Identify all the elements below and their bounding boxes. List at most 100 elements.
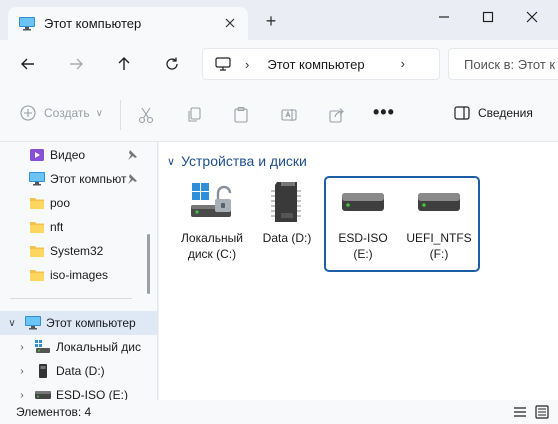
navigation-pane[interactable]: Видео Этот компьют poo nft System32 iso-… [0, 142, 158, 400]
drive-item-e[interactable]: ESD-ISO (E:) [327, 176, 399, 272]
computer-outline-icon [215, 57, 231, 71]
computer-icon [19, 16, 35, 30]
plus-circle-icon [20, 105, 36, 121]
clipboard-icon [234, 106, 248, 123]
more-options-button[interactable]: ••• [373, 102, 395, 123]
drive-item-d[interactable]: Data (D:) [251, 176, 323, 272]
windows-drive-icon [34, 339, 52, 355]
drive-item-c[interactable]: Локальный диск (C:) [176, 176, 248, 272]
chevron-right-icon: › [245, 56, 250, 72]
details-label: Сведения [478, 106, 533, 120]
pin-icon[interactable] [126, 149, 138, 161]
close-icon [526, 11, 538, 23]
rename-button[interactable] [279, 105, 299, 125]
sidebar-item-label: nft [50, 220, 64, 234]
cut-button[interactable] [136, 105, 156, 125]
drive-label-line2: (F:) [429, 247, 449, 261]
drive-label: ESD-ISO (E:) [338, 230, 387, 262]
copy-icon [188, 107, 201, 122]
drive-item-f[interactable]: UEFI_NTFS (F:) [403, 176, 475, 272]
video-folder-icon [28, 147, 46, 163]
sidebar-item-iso-images[interactable]: iso-images [0, 263, 157, 287]
chevron-right-icon[interactable]: › [16, 390, 28, 401]
chevron-down-icon: ∨ [95, 107, 103, 119]
details-pane-button[interactable]: Сведения [454, 106, 533, 120]
scissors-icon [138, 107, 154, 124]
rename-icon [281, 109, 297, 121]
items-count: Элементов: 4 [16, 405, 92, 419]
new-tab-button[interactable]: + [262, 12, 280, 30]
tree-item-local-disk[interactable]: › Локальный дис [0, 335, 157, 359]
refresh-button[interactable] [161, 53, 183, 75]
tree-item-label: Data (D:) [56, 364, 105, 378]
hdd-icon [415, 178, 463, 226]
sidebar-item-this-pc[interactable]: Этот компьют [0, 167, 157, 191]
minimize-button[interactable] [432, 6, 456, 28]
forward-button[interactable] [65, 53, 87, 75]
tree-item-label: ESD-ISO (E:) [56, 388, 129, 400]
sidebar-item-poo[interactable]: poo [0, 191, 157, 215]
copy-button[interactable] [184, 105, 204, 125]
devices-group-header[interactable]: ∨ Устройства и диски [167, 153, 307, 169]
drive-label: Локальный диск (C:) [181, 230, 243, 262]
tab-this-pc[interactable]: Этот компьютер [8, 7, 248, 40]
create-button[interactable]: Создать ∨ [20, 105, 103, 121]
pin-icon[interactable] [126, 173, 138, 185]
drive-label-line1: Data (D:) [262, 231, 312, 245]
chevron-down-icon[interactable]: ∨ [6, 318, 18, 329]
details-pane-icon [454, 106, 470, 120]
hdd-icon [34, 387, 52, 400]
tree-item-label: Локальный дис [56, 340, 141, 354]
minimize-icon [439, 16, 449, 18]
sidebar-divider [10, 298, 132, 299]
share-button[interactable] [327, 105, 347, 125]
sd-card-icon [263, 178, 311, 226]
navigation-bar: › Этот компьютер › Поиск в: Этот к [0, 40, 558, 88]
drive-label-line1: ESD-ISO [338, 231, 388, 245]
computer-icon [28, 171, 46, 187]
tiles-view-button[interactable] [534, 404, 550, 420]
drive-label: UEFI_NTFS (F:) [406, 230, 471, 262]
sidebar-item-label: iso-images [50, 268, 109, 282]
chevron-right-icon[interactable]: › [401, 56, 405, 71]
share-icon [329, 108, 344, 123]
drive-label-line1: UEFI_NTFS [406, 231, 472, 245]
chevron-right-icon[interactable]: › [16, 366, 28, 377]
sidebar-item-label: System32 [50, 244, 104, 258]
tree-item-this-pc[interactable]: ∨ Этот компьютер [0, 311, 157, 335]
back-button[interactable] [17, 53, 39, 75]
file-view[interactable]: ∨ Устройства и диски Локальный диск (C:) [159, 142, 558, 400]
drive-label-line1: Локальный [181, 231, 243, 245]
sidebar-item-system32[interactable]: System32 [0, 239, 157, 263]
search-input[interactable]: Поиск в: Этот к [448, 48, 558, 80]
arrow-left-icon [21, 58, 34, 70]
status-bar: Элементов: 4 [0, 400, 558, 424]
chevron-down-icon[interactable]: ∨ [167, 155, 175, 168]
up-button[interactable] [113, 53, 135, 75]
group-title: Устройства и диски [181, 153, 307, 169]
maximize-button[interactable] [476, 6, 500, 28]
tab-title: Этот компьютер [44, 16, 142, 31]
sidebar-item-video[interactable]: Видео [0, 143, 157, 167]
tree-item-data-d[interactable]: › Data (D:) [0, 359, 157, 383]
arrow-up-icon [118, 57, 130, 70]
tree-item-esd-iso[interactable]: › ESD-ISO (E:) [0, 383, 157, 401]
drive-label-line2: диск (C:) [187, 247, 237, 261]
sidebar-item-nft[interactable]: nft [0, 215, 157, 239]
list-view-icon [514, 407, 526, 417]
close-tab-icon[interactable] [222, 15, 238, 31]
paste-button[interactable] [231, 105, 251, 125]
sidebar-scrollbar[interactable] [147, 234, 150, 294]
drive-label: Data (D:) [263, 230, 312, 246]
drive-label-line2: (E:) [353, 247, 373, 261]
address-location[interactable]: Этот компьютер [267, 57, 364, 72]
details-view-button[interactable] [512, 404, 528, 420]
folder-icon [28, 219, 46, 235]
toolbar-divider [120, 100, 121, 130]
tiles-view-icon [535, 405, 549, 419]
maximize-icon [482, 11, 494, 23]
sidebar-item-label: poo [50, 196, 71, 210]
chevron-right-icon[interactable]: › [16, 342, 28, 353]
close-window-button[interactable] [520, 6, 544, 28]
address-bar[interactable]: › Этот компьютер › [202, 48, 440, 80]
